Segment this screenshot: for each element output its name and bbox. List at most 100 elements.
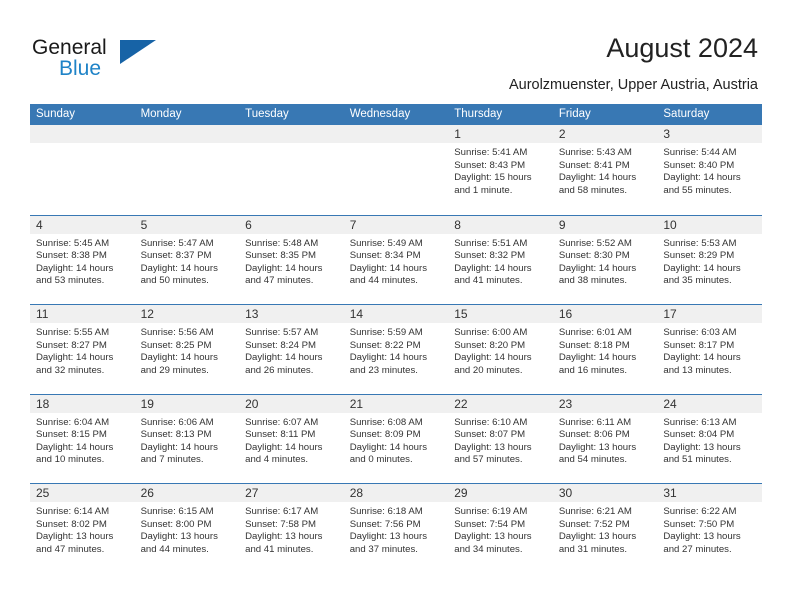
day-cell[interactable]: 7 Sunrise: 5:49 AM Sunset: 8:34 PM Daylight…: [343, 215, 449, 304]
day-cell[interactable]: 10 Sunrise: 5:53 AM Sunset: 8:29 PM Dayligh…: [657, 215, 762, 304]
daylight-text: Daylight: 14 hours and 58 minutes.: [558, 172, 637, 196]
day-cell[interactable]: 9 Sunrise: 5:52 AM Sunset: 8:30 PM Daylight…: [552, 215, 658, 304]
day-sun-info: Sunrise: 5:53 AM Sunset: 8:29 PM Daylight:…: [657, 234, 762, 288]
sunset-text: Sunset: 8:43 PM: [454, 159, 526, 171]
day-cell[interactable]: 1 Sunrise: 5:41 AM Sunset: 8:43 PM Daylight…: [448, 125, 553, 215]
sunrise-text: Sunrise: 5:51 AM: [454, 237, 528, 249]
day-cell[interactable]: 21 Sunrise: 6:08 AM Sunset: 8:09 PM Dayligh…: [343, 394, 449, 483]
sunrise-text: Sunrise: 5:47 AM: [140, 237, 214, 249]
day-sun-info: Sunrise: 6:17 AM Sunset: 7:58 PM Daylight:…: [239, 502, 344, 556]
day-cell[interactable]: 15 Sunrise: 6:00 AM Sunset: 8:20 PM Dayligh…: [448, 305, 553, 394]
day-sun-info: Sunrise: 5:51 AM Sunset: 8:32 PM Daylight:…: [448, 234, 553, 288]
sunset-text: Sunset: 7:58 PM: [245, 518, 317, 530]
day-cell[interactable]: 17 Sunrise: 6:03 AM Sunset: 8:17 PM Dayligh…: [657, 305, 762, 394]
day-sun-info: Sunrise: 5:44 AM Sunset: 8:40 PM Daylight:…: [657, 143, 762, 197]
sunset-text: Sunset: 8:35 PM: [245, 250, 317, 262]
day-cell[interactable]: 19 Sunrise: 6:06 AM Sunset: 8:13 PM Dayligh…: [134, 394, 240, 483]
daylight-text: Daylight: 14 hours and 4 minutes.: [245, 441, 323, 466]
general-blue-logo[interactable]: General Blue: [32, 36, 222, 86]
day-cell[interactable]: 20 Sunrise: 6:07 AM Sunset: 8:11 PM Dayligh…: [239, 394, 344, 483]
day-cell[interactable]: 18 Sunrise: 6:04 AM Sunset: 8:15 PM Dayligh…: [30, 394, 135, 483]
day-cell[interactable]: 31 Sunrise: 6:22 AM Sunset: 7:50 PM Dayligh…: [657, 484, 762, 573]
daylight-text: Daylight: 14 hours and 10 minutes.: [36, 441, 114, 466]
daylight-text: Daylight: 14 hours and 23 minutes.: [349, 352, 428, 376]
day-number: 2: [552, 125, 658, 143]
day-cell[interactable]: 13 Sunrise: 5:57 AM Sunset: 8:24 PM Dayligh…: [239, 305, 344, 394]
day-sun-info: Sunrise: 5:47 AM Sunset: 8:37 PM Daylight:…: [135, 234, 240, 288]
sunrise-text: Sunrise: 5:53 AM: [663, 237, 737, 249]
day-number: 5: [134, 215, 240, 234]
day-cell[interactable]: 24 Sunrise: 6:13 AM Sunset: 8:04 PM Dayligh…: [657, 394, 762, 483]
sunset-text: Sunset: 8:00 PM: [140, 518, 212, 530]
sunrise-text: Sunrise: 6:18 AM: [349, 506, 423, 517]
day-cell[interactable]: 28 Sunrise: 6:18 AM Sunset: 7:56 PM Dayligh…: [343, 484, 449, 573]
sunset-text: Sunset: 8:13 PM: [140, 429, 212, 441]
sunrise-text: Sunrise: 6:10 AM: [454, 416, 528, 428]
sunrise-text: Sunrise: 5:49 AM: [349, 237, 423, 249]
day-number: 7: [343, 215, 449, 234]
daylight-text: Daylight: 14 hours and 20 minutes.: [454, 352, 532, 376]
day-cell[interactable]: 23 Sunrise: 6:11 AM Sunset: 8:06 PM Dayligh…: [552, 394, 658, 483]
day-cell[interactable]: 11 Sunrise: 5:55 AM Sunset: 8:27 PM Dayligh…: [30, 305, 135, 394]
daylight-text: Daylight: 13 hours and 57 minutes.: [454, 441, 532, 466]
day-cell[interactable]: 30 Sunrise: 6:21 AM Sunset: 7:52 PM Dayligh…: [552, 484, 658, 573]
day-number: 9: [552, 215, 658, 234]
day-number: 23: [552, 394, 658, 413]
sunset-text: Sunset: 8:11 PM: [245, 429, 316, 441]
weekday-header-sunday: Sunday: [36, 108, 76, 120]
day-sun-info: Sunrise: 5:52 AM Sunset: 8:30 PM Daylight:…: [553, 234, 658, 288]
sunrise-text: Sunrise: 6:21 AM: [558, 506, 632, 517]
day-cell[interactable]: 22 Sunrise: 6:10 AM Sunset: 8:07 PM Dayligh…: [448, 394, 553, 483]
day-cell[interactable]: 25 Sunrise: 6:14 AM Sunset: 8:02 PM Dayligh…: [30, 484, 135, 573]
sunset-text: Sunset: 7:54 PM: [454, 518, 526, 530]
day-number: 11: [30, 305, 135, 323]
week-row: 18 Sunrise: 6:04 AM Sunset: 8:15 PM Dayligh…: [30, 393, 762, 483]
day-number: 12: [134, 305, 240, 323]
day-number: 29: [448, 484, 553, 502]
day-number: 19: [134, 394, 240, 413]
sunset-text: Sunset: 8:02 PM: [36, 518, 107, 530]
location-subtitle: Aurolzmuenster, Upper Austria, Austria: [508, 77, 758, 93]
day-cell[interactable]: 2 Sunrise: 5:43 AM Sunset: 8:41 PM Daylight…: [552, 125, 658, 215]
day-number: 1: [448, 125, 553, 143]
day-number: 20: [239, 394, 344, 413]
weekday-header-row: Sunday Monday Tuesday Wednesday Thursday Frid…: [30, 104, 762, 125]
day-sun-info: Sunrise: 6:18 AM Sunset: 7:56 PM Daylight:…: [344, 502, 449, 556]
day-cell[interactable]: 27 Sunrise: 6:17 AM Sunset: 7:58 PM Dayligh…: [239, 484, 344, 573]
day-cell[interactable]: 29 Sunrise: 6:19 AM Sunset: 7:54 PM Dayligh…: [448, 484, 553, 573]
sunrise-text: Sunrise: 5:43 AM: [558, 147, 632, 158]
sunset-text: Sunset: 8:09 PM: [349, 429, 421, 441]
day-cell[interactable]: 26 Sunrise: 6:15 AM Sunset: 8:00 PM Dayligh…: [134, 484, 240, 573]
calendar-grid: Sunday Monday Tuesday Wednesday Thursday Frid…: [30, 104, 762, 573]
day-number: 24: [657, 394, 762, 413]
day-number: 31: [657, 484, 762, 502]
day-number: 28: [343, 484, 449, 502]
sunrise-text: Sunrise: 6:01 AM: [558, 327, 632, 338]
day-cell[interactable]: 5 Sunrise: 5:47 AM Sunset: 8:37 PM Daylight…: [134, 215, 240, 304]
day-sun-info: Sunrise: 6:15 AM Sunset: 8:00 PM Daylight:…: [135, 502, 240, 556]
daylight-text: Daylight: 14 hours and 55 minutes.: [663, 172, 741, 196]
day-sun-info: Sunrise: 5:43 AM Sunset: 8:41 PM Daylight:…: [553, 143, 658, 197]
day-cell[interactable]: 4 Sunrise: 5:45 AM Sunset: 8:38 PM Daylight…: [30, 215, 135, 304]
day-cell[interactable]: 6 Sunrise: 5:48 AM Sunset: 8:35 PM Daylight…: [239, 215, 344, 304]
sunrise-text: Sunrise: 5:45 AM: [36, 237, 110, 249]
day-cell[interactable]: 14 Sunrise: 5:59 AM Sunset: 8:22 PM Dayligh…: [343, 305, 449, 394]
day-cell[interactable]: 8 Sunrise: 5:51 AM Sunset: 8:32 PM Daylight…: [448, 215, 553, 304]
daylight-text: Daylight: 14 hours and 0 minutes.: [349, 441, 428, 466]
daylight-text: Daylight: 13 hours and 51 minutes.: [663, 441, 741, 466]
daylight-text: Daylight: 14 hours and 38 minutes.: [558, 262, 637, 287]
day-cell[interactable]: 3 Sunrise: 5:44 AM Sunset: 8:40 PM Daylight…: [657, 125, 762, 215]
day-cell[interactable]: 12 Sunrise: 5:56 AM Sunset: 8:25 PM Dayligh…: [134, 305, 240, 394]
sunset-text: Sunset: 8:27 PM: [36, 339, 107, 351]
sunrise-text: Sunrise: 6:19 AM: [454, 506, 528, 517]
weekday-header-thursday: Thursday: [454, 108, 503, 120]
sunrise-text: Sunrise: 6:17 AM: [245, 506, 319, 517]
sunset-text: Sunset: 8:41 PM: [558, 159, 630, 171]
daylight-text: Daylight: 14 hours and 26 minutes.: [245, 352, 323, 376]
day-number: 8: [448, 215, 553, 234]
day-cell[interactable]: 16 Sunrise: 6:01 AM Sunset: 8:18 PM Dayligh…: [552, 305, 658, 394]
week-row: 1 Sunrise: 5:41 AM Sunset: 8:43 PM Daylight…: [30, 125, 762, 215]
sunset-text: Sunset: 8:20 PM: [454, 339, 526, 351]
sunset-text: Sunset: 8:37 PM: [140, 250, 212, 262]
day-number: 15: [448, 305, 553, 323]
